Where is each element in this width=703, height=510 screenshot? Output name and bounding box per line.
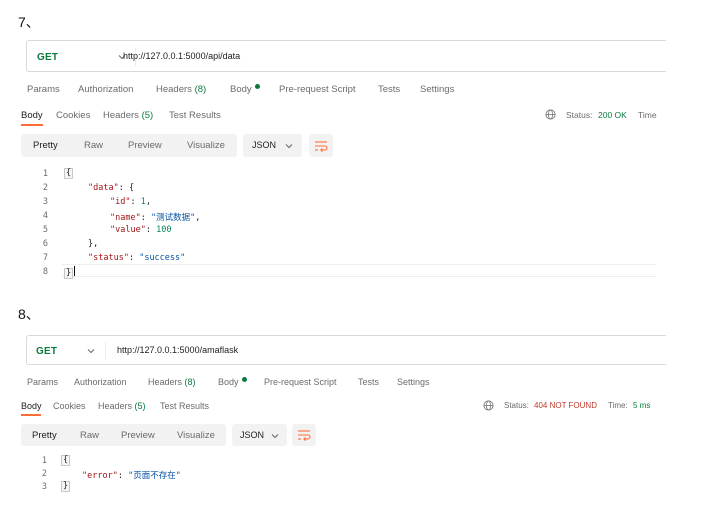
view-visualize[interactable]: Visualize [177, 430, 215, 441]
line-number: 1 [42, 169, 48, 179]
code-line: "id": 1, [110, 197, 151, 207]
chevron-down-icon [271, 434, 279, 439]
resp-tab-headers[interactable]: Headers (5) [103, 110, 153, 121]
response-status: Status: 200 OK Time [545, 109, 665, 122]
code-line: { [64, 168, 74, 179]
headers-count: (8) [194, 84, 207, 95]
format-value: JSON [252, 140, 277, 150]
globe-icon[interactable] [545, 109, 556, 120]
code-line: } [64, 266, 76, 279]
chevron-down-icon [285, 144, 293, 149]
text-cursor [74, 266, 76, 276]
status-label: Status: [504, 401, 529, 410]
resp-tab-body[interactable]: Body [21, 110, 43, 121]
request-tabs: Params Authorization Headers (8) Body Pr… [27, 377, 667, 389]
tab-authorization[interactable]: Authorization [74, 377, 127, 387]
step-7-number: 7、 [18, 14, 40, 30]
line-number: 3 [42, 197, 48, 207]
view-preview[interactable]: Preview [128, 140, 162, 151]
line-number: 1 [41, 456, 47, 466]
tab-body[interactable]: Body [218, 377, 247, 387]
line-number: 8 [42, 267, 48, 277]
wrap-lines-button[interactable] [292, 424, 316, 446]
format-value: JSON [240, 430, 265, 440]
active-tab-underline [21, 124, 43, 126]
current-line-highlight [62, 264, 656, 277]
view-raw[interactable]: Raw [80, 430, 99, 441]
time-label[interactable]: Time [638, 110, 657, 120]
method-select[interactable]: GET [37, 52, 58, 63]
code-line: "value": 100 [110, 225, 172, 235]
resp-tab-test-results[interactable]: Test Results [160, 401, 209, 411]
body-indicator-dot [241, 377, 247, 382]
tab-body[interactable]: Body [230, 84, 260, 95]
line-number: 6 [42, 239, 48, 249]
code-line: } [61, 481, 71, 492]
code-line: "error": "页面不存在" [82, 471, 181, 481]
body-indicator-dot [254, 84, 260, 89]
status-label: Status: [566, 110, 593, 120]
view-raw[interactable]: Raw [84, 140, 103, 151]
resp-tab-headers[interactable]: Headers (5) [98, 401, 146, 411]
view-mode-bar: Pretty Raw Preview Visualize [21, 134, 237, 157]
wrap-lines-button[interactable] [309, 134, 333, 157]
response-tabs: Body Cookies Headers (5) Test Results [21, 401, 321, 415]
globe-icon[interactable] [483, 400, 494, 411]
view-visualize[interactable]: Visualize [187, 140, 225, 151]
line-number: 4 [42, 211, 48, 221]
wrap-lines-icon [315, 141, 328, 152]
tab-tests[interactable]: Tests [358, 377, 379, 387]
code-line: "name": "测试数据", [110, 213, 201, 223]
tab-pre-request-script[interactable]: Pre-request Script [279, 84, 356, 95]
tab-pre-request-script[interactable]: Pre-request Script [264, 377, 337, 387]
chevron-down-icon[interactable] [87, 347, 95, 355]
view-pretty[interactable]: Pretty [32, 430, 57, 441]
tab-settings[interactable]: Settings [397, 377, 430, 387]
request-url-bar: GET http://127.0.0.1:5000/amaflask [26, 335, 666, 365]
resp-tab-body[interactable]: Body [21, 401, 42, 411]
tab-authorization[interactable]: Authorization [78, 84, 133, 95]
code-line: { [61, 455, 71, 466]
tab-headers[interactable]: Headers (8) [148, 377, 196, 387]
tab-settings[interactable]: Settings [420, 84, 454, 95]
request-tabs: Params Authorization Headers (8) Body Pr… [27, 84, 667, 96]
view-pretty[interactable]: Pretty [33, 140, 58, 151]
status-value[interactable]: 404 NOT FOUND [534, 401, 597, 410]
time-label[interactable]: Time: [608, 401, 628, 410]
wrap-lines-icon [298, 430, 311, 441]
active-tab-underline [21, 414, 41, 416]
format-select[interactable]: JSON [243, 134, 302, 157]
url-divider [105, 342, 106, 360]
response-tabs: Body Cookies Headers (5) Test Results [21, 110, 321, 124]
view-preview[interactable]: Preview [121, 430, 155, 441]
tab-params[interactable]: Params [27, 377, 58, 387]
url-input[interactable]: http://127.0.0.1:5000/amaflask [117, 345, 238, 355]
resp-tab-test-results[interactable]: Test Results [169, 110, 221, 121]
step-8-number: 8、 [18, 306, 40, 322]
request-url-bar: GET http://127.0.0.1:5000/api/data [26, 40, 666, 72]
time-value[interactable]: 5 ms [633, 401, 650, 410]
line-number: 3 [41, 482, 47, 492]
code-line: "status": "success" [88, 253, 186, 263]
tab-headers[interactable]: Headers (8) [156, 84, 206, 95]
line-number: 7 [42, 253, 48, 263]
line-number: 2 [42, 183, 48, 193]
format-select[interactable]: JSON [232, 424, 287, 446]
headers-count: (8) [184, 377, 196, 387]
method-select[interactable]: GET [36, 346, 57, 357]
resp-tab-cookies[interactable]: Cookies [53, 401, 86, 411]
code-line: }, [88, 239, 99, 249]
resp-tab-cookies[interactable]: Cookies [56, 110, 90, 121]
status-value[interactable]: 200 OK [598, 110, 627, 120]
tab-params[interactable]: Params [27, 84, 60, 95]
response-status: Status: 404 NOT FOUND Time: 5 ms [483, 400, 663, 413]
line-number: 5 [42, 225, 48, 235]
line-number: 2 [41, 469, 47, 479]
code-line: "data": { [88, 183, 135, 193]
tab-tests[interactable]: Tests [378, 84, 400, 95]
view-mode-bar: Pretty Raw Preview Visualize [21, 424, 226, 446]
url-input[interactable]: http://127.0.0.1:5000/api/data [123, 51, 240, 61]
